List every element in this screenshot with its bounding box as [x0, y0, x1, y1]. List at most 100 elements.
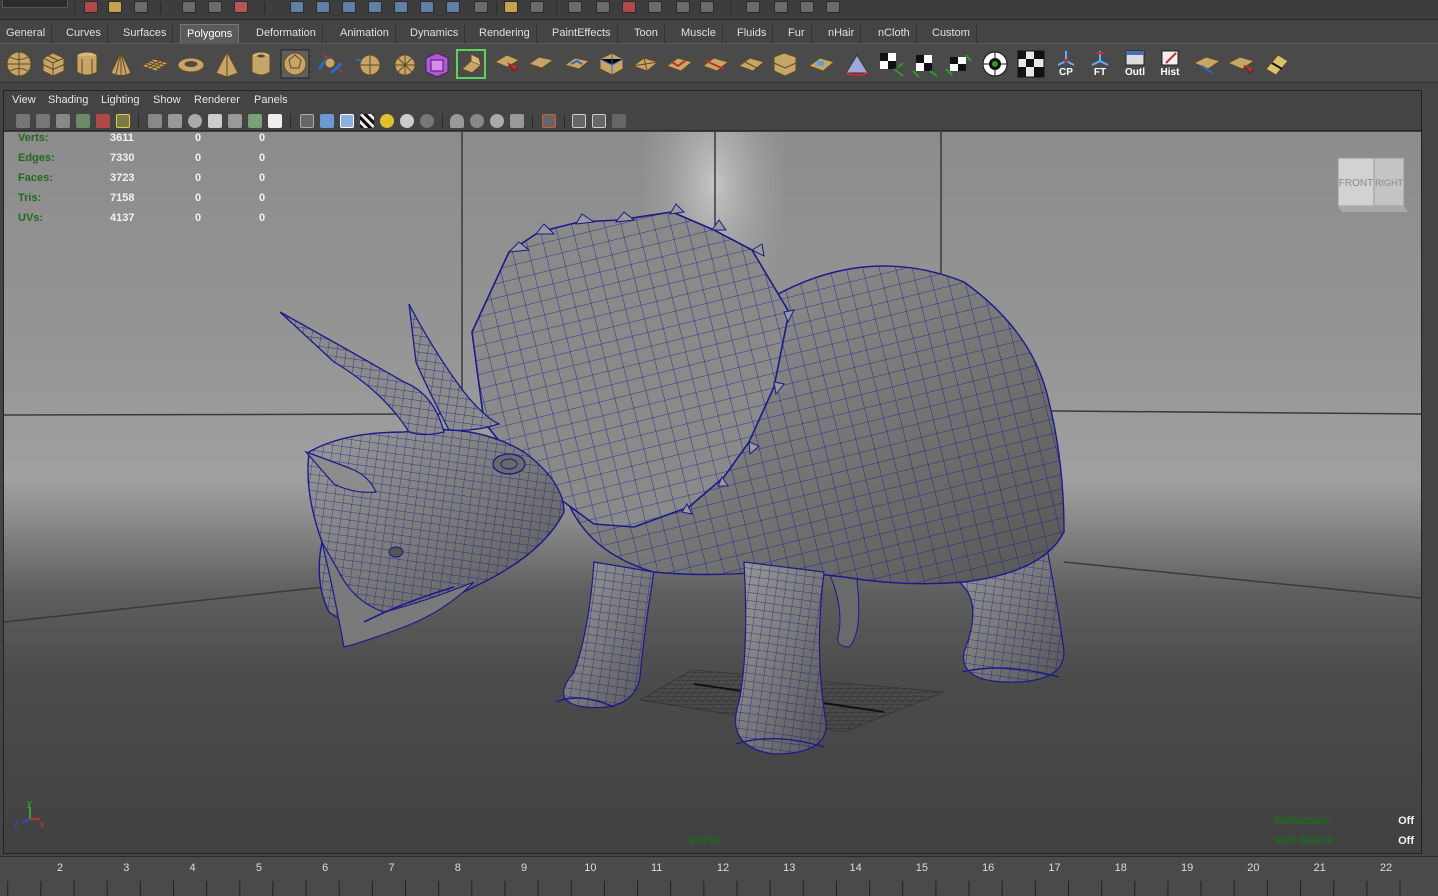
tab-muscle[interactable]: Muscle	[675, 24, 723, 43]
triceratops-model[interactable]	[279, 203, 1065, 755]
wireframe-on-shaded-icon[interactable]	[340, 114, 354, 128]
tab-custom[interactable]: Custom	[926, 24, 977, 43]
freeze-transforms-button[interactable]: FT	[1085, 48, 1115, 80]
uv-texture-editor-icon[interactable]	[1016, 49, 1046, 79]
insert-edge-loop-icon[interactable]	[736, 49, 766, 79]
menu-shading[interactable]: Shading	[48, 94, 88, 106]
select-component-icon[interactable]	[234, 1, 248, 13]
offset-edge-loop-icon[interactable]	[770, 49, 800, 79]
film-gate-icon[interactable]	[168, 114, 182, 128]
split-polygon-icon[interactable]	[700, 49, 730, 79]
tab-rendering[interactable]: Rendering	[473, 24, 537, 43]
snap-grid-icon[interactable]	[290, 1, 304, 13]
ipr-icon[interactable]	[648, 1, 662, 13]
poly-cylinder-icon[interactable]	[72, 49, 102, 79]
poly-pipe-icon[interactable]	[246, 49, 276, 79]
uv-select-icon[interactable]	[1226, 49, 1256, 79]
batch-render-icon[interactable]	[700, 1, 714, 13]
smooth-proxy-icon[interactable]	[422, 49, 452, 79]
menu-renderer[interactable]: Renderer	[194, 94, 240, 106]
render-settings-icon[interactable]	[568, 1, 582, 13]
menu-lighting[interactable]: Lighting	[101, 94, 140, 106]
mental-ray-icon[interactable]	[676, 1, 690, 13]
menu-view[interactable]: View	[12, 94, 36, 106]
grease-pencil-icon[interactable]	[96, 114, 110, 128]
use-all-lights-icon[interactable]	[380, 114, 394, 128]
safe-action-icon[interactable]	[248, 114, 262, 128]
separate-icon[interactable]	[354, 49, 384, 79]
poly-prism-icon[interactable]	[212, 49, 242, 79]
ipr-render-icon[interactable]	[530, 1, 544, 13]
high-quality-icon[interactable]	[450, 114, 464, 128]
tab-animation[interactable]: Animation	[334, 24, 396, 43]
input-ops-icon[interactable]	[474, 1, 488, 13]
hypershade-icon[interactable]	[596, 1, 610, 13]
multisample-icon[interactable]	[510, 114, 524, 128]
image-plane-icon[interactable]	[76, 114, 90, 128]
menu-show[interactable]: Show	[153, 94, 181, 106]
bridge-icon[interactable]	[492, 49, 522, 79]
menu-panels[interactable]: Panels	[254, 94, 288, 106]
construction-history-icon[interactable]	[446, 1, 460, 13]
render-frame-icon[interactable]	[504, 1, 518, 13]
snap-plane-icon[interactable]	[368, 1, 382, 13]
save-scene-icon[interactable]	[134, 1, 148, 13]
tab-deformation[interactable]: Deformation	[250, 24, 323, 43]
tab-ncloth[interactable]: nCloth	[872, 24, 917, 43]
poly-torus-icon[interactable]	[176, 49, 206, 79]
field-chart-icon[interactable]	[228, 114, 242, 128]
grid-icon[interactable]	[148, 114, 162, 128]
uv-normalize-icon[interactable]	[1262, 49, 1292, 79]
extrude-icon[interactable]	[456, 49, 486, 79]
combine-icon[interactable]	[316, 49, 346, 79]
render-view-icon[interactable]	[622, 1, 636, 13]
snap-view-icon[interactable]	[420, 1, 434, 13]
shadows-icon[interactable]	[400, 114, 414, 128]
resolution-gate-icon[interactable]	[188, 114, 202, 128]
spherical-mapping-icon[interactable]	[944, 49, 974, 79]
motion-blur-icon[interactable]	[490, 114, 504, 128]
toggle-attribute-icon[interactable]	[774, 1, 788, 13]
isolate-select-icon[interactable]	[116, 114, 130, 128]
select-hierarchy-icon[interactable]	[182, 1, 196, 13]
add-divisions-icon[interactable]	[806, 49, 836, 79]
ambient-occlusion-icon[interactable]	[470, 114, 484, 128]
snap-point-icon[interactable]	[342, 1, 356, 13]
hud-toggle-icon[interactable]	[572, 114, 586, 128]
open-scene-icon[interactable]	[108, 1, 122, 13]
view-cube[interactable]: FRONT RIGHT	[1334, 156, 1410, 216]
poly-cube-icon[interactable]	[38, 49, 68, 79]
poly-soccer-ball-icon[interactable]	[280, 49, 310, 79]
bookmarks-icon[interactable]	[56, 114, 70, 128]
snap-curve-icon[interactable]	[316, 1, 330, 13]
poly-plane-icon[interactable]	[140, 49, 170, 79]
poke-face-icon[interactable]	[630, 49, 660, 79]
merge-icon[interactable]	[562, 49, 592, 79]
planar-mapping-icon[interactable]	[876, 49, 906, 79]
sculpt-geometry-icon[interactable]	[842, 49, 872, 79]
pan-zoom-icon[interactable]	[612, 114, 626, 128]
time-slider[interactable]: 2 3 4 5 6 7 8 9 10 11 12 13 14 15 16 17 18 19 20 21 22	[0, 856, 1438, 896]
append-polygon-icon[interactable]	[526, 49, 556, 79]
tab-polygons[interactable]: Polygons	[180, 24, 240, 43]
tab-fluids[interactable]: Fluids	[731, 24, 774, 43]
smooth-shade-icon[interactable]	[320, 114, 334, 128]
gate-mask-icon[interactable]	[208, 114, 222, 128]
wireframe-icon[interactable]	[300, 114, 314, 128]
new-scene-icon[interactable]	[84, 1, 98, 13]
tab-fur[interactable]: Fur	[782, 24, 812, 43]
select-camera-icon[interactable]	[16, 114, 30, 128]
xray-icon[interactable]	[420, 114, 434, 128]
history-button[interactable]: Hist	[1155, 48, 1185, 80]
snap-surface-icon[interactable]	[394, 1, 408, 13]
wedge-icon[interactable]	[596, 49, 626, 79]
automatic-mapping-icon[interactable]	[980, 49, 1010, 79]
poly-cone-icon[interactable]	[106, 49, 136, 79]
tab-toon[interactable]: Toon	[628, 24, 665, 43]
center-pivot-button[interactable]: CP	[1051, 48, 1081, 80]
outliner-button[interactable]: Outl	[1120, 48, 1150, 80]
uv-layout-icon[interactable]	[1192, 49, 1222, 79]
tab-nhair[interactable]: nHair	[822, 24, 862, 43]
safe-title-icon[interactable]	[268, 114, 282, 128]
panel-scrollbar[interactable]	[1424, 90, 1438, 854]
